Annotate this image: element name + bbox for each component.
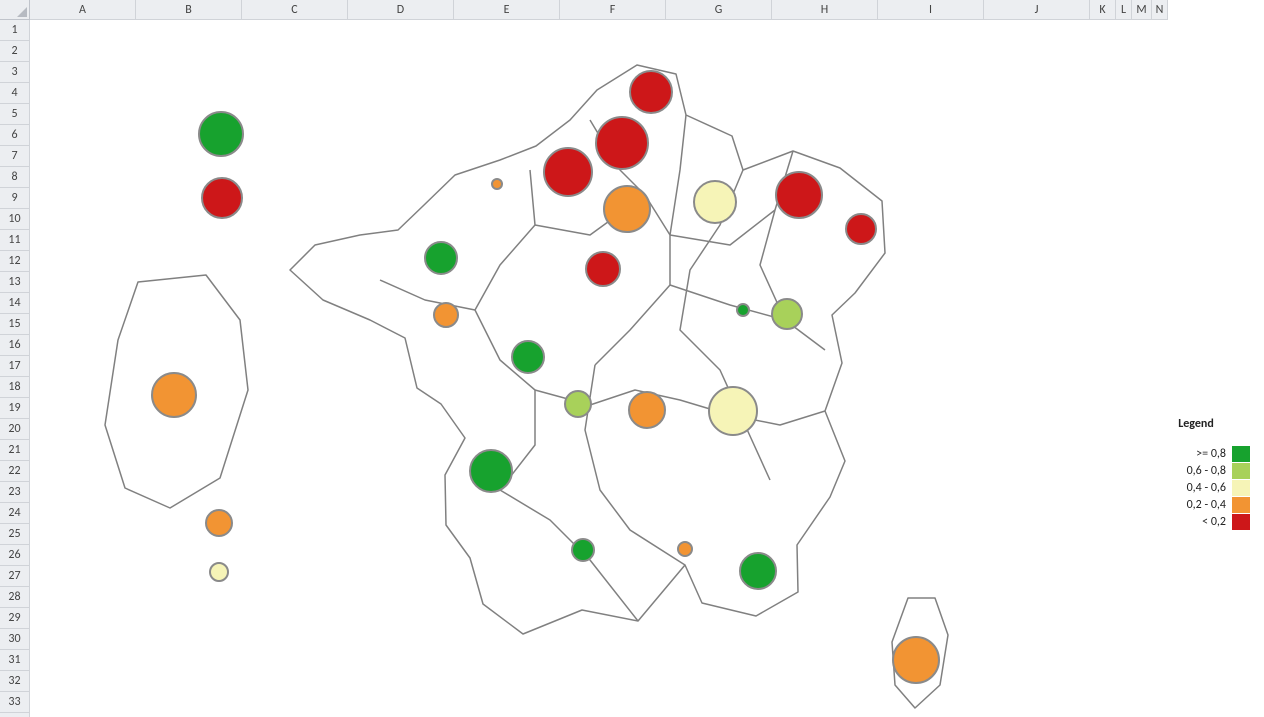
row-header[interactable]: 14 <box>0 293 30 314</box>
legend-entry: < 0,2 <box>1142 513 1250 530</box>
row-header[interactable]: 20 <box>0 419 30 440</box>
legend-label: >= 0,8 <box>1142 447 1232 461</box>
row-header[interactable]: 8 <box>0 167 30 188</box>
map-bubble[interactable] <box>564 390 592 418</box>
map-bubble[interactable] <box>677 541 693 557</box>
legend-swatch <box>1232 463 1250 479</box>
select-all-corner[interactable] <box>0 0 30 20</box>
legend-label: < 0,2 <box>1142 515 1232 529</box>
map-bubble[interactable] <box>739 552 777 590</box>
map-bubble[interactable] <box>201 177 243 219</box>
legend-label: 0,4 - 0,6 <box>1142 481 1232 495</box>
row-header[interactable]: 24 <box>0 503 30 524</box>
map-bubble[interactable] <box>469 449 513 493</box>
map-bubble[interactable] <box>771 298 803 330</box>
row-header[interactable]: 21 <box>0 440 30 461</box>
column-header[interactable]: B <box>136 0 242 20</box>
legend: Legend >= 0,8 0,6 - 0,8 0,4 - 0,6 0,2 - 0,4… <box>1142 417 1250 530</box>
row-header[interactable]: 11 <box>0 230 30 251</box>
row-header[interactable]: 33 <box>0 692 30 713</box>
legend-title: Legend <box>1142 417 1250 431</box>
row-header[interactable]: 7 <box>0 146 30 167</box>
map-bubble[interactable] <box>424 241 458 275</box>
row-header[interactable]: 22 <box>0 461 30 482</box>
column-header[interactable]: A <box>30 0 136 20</box>
map-bubble[interactable] <box>693 180 737 224</box>
row-header[interactable]: 12 <box>0 251 30 272</box>
row-header[interactable]: 27 <box>0 566 30 587</box>
row-header[interactable]: 28 <box>0 587 30 608</box>
row-header[interactable]: 4 <box>0 83 30 104</box>
row-header[interactable]: 31 <box>0 650 30 671</box>
map-bubble[interactable] <box>595 116 649 170</box>
legend-label: 0,2 - 0,4 <box>1142 498 1232 512</box>
map-bubble[interactable] <box>628 391 666 429</box>
map-bubble[interactable] <box>736 303 750 317</box>
map-bubble[interactable] <box>775 171 823 219</box>
legend-swatch <box>1232 480 1250 496</box>
row-header[interactable]: 1 <box>0 20 30 41</box>
row-header[interactable]: 32 <box>0 671 30 692</box>
row-header[interactable]: 6 <box>0 125 30 146</box>
map-bubble[interactable] <box>543 147 593 197</box>
row-header[interactable]: 16 <box>0 335 30 356</box>
row-header[interactable]: 17 <box>0 356 30 377</box>
row-header[interactable]: 5 <box>0 104 30 125</box>
map-bubble[interactable] <box>491 178 503 190</box>
row-header[interactable]: 19 <box>0 398 30 419</box>
map-bubble[interactable] <box>708 386 758 436</box>
map-bubble[interactable] <box>198 111 244 157</box>
map-bubble[interactable] <box>571 538 595 562</box>
row-header[interactable]: 3 <box>0 62 30 83</box>
legend-label: 0,6 - 0,8 <box>1142 464 1232 478</box>
legend-entry: 0,2 - 0,4 <box>1142 496 1250 513</box>
spreadsheet-view: ABCDEFGHIJKLMN 1234567891011121314151617… <box>0 0 1264 717</box>
column-header[interactable]: E <box>454 0 560 20</box>
row-header[interactable]: 18 <box>0 377 30 398</box>
map-chart[interactable]: Legend >= 0,8 0,6 - 0,8 0,4 - 0,6 0,2 - 0,4… <box>30 20 1264 717</box>
legend-swatch <box>1232 497 1250 513</box>
map-bubble[interactable] <box>433 302 459 328</box>
column-header[interactable]: L <box>1116 0 1132 20</box>
column-header[interactable]: H <box>772 0 878 20</box>
map-bubble[interactable] <box>892 636 940 684</box>
row-header[interactable]: 15 <box>0 314 30 335</box>
legend-entry: 0,6 - 0,8 <box>1142 462 1250 479</box>
map-bubble[interactable] <box>151 372 197 418</box>
row-header[interactable]: 29 <box>0 608 30 629</box>
row-header[interactable]: 10 <box>0 209 30 230</box>
map-bubble[interactable] <box>205 509 233 537</box>
legend-swatch <box>1232 446 1250 462</box>
row-header[interactable]: 23 <box>0 482 30 503</box>
legend-entry: 0,4 - 0,6 <box>1142 479 1250 496</box>
map-bubble[interactable] <box>511 340 545 374</box>
column-header[interactable]: I <box>878 0 984 20</box>
column-header[interactable]: D <box>348 0 454 20</box>
map-bubble[interactable] <box>209 562 229 582</box>
row-header[interactable]: 25 <box>0 524 30 545</box>
row-header[interactable]: 34 <box>0 713 30 717</box>
column-header[interactable]: N <box>1152 0 1168 20</box>
legend-swatch <box>1232 514 1250 530</box>
row-header[interactable]: 26 <box>0 545 30 566</box>
map-bubble[interactable] <box>629 70 673 114</box>
column-header[interactable]: K <box>1090 0 1116 20</box>
map-bubble[interactable] <box>845 213 877 245</box>
legend-entry: >= 0,8 <box>1142 445 1250 462</box>
column-header[interactable]: M <box>1132 0 1152 20</box>
row-header[interactable]: 13 <box>0 272 30 293</box>
row-header[interactable]: 9 <box>0 188 30 209</box>
column-header[interactable]: F <box>560 0 666 20</box>
map-bubble[interactable] <box>585 251 621 287</box>
column-header[interactable]: J <box>984 0 1090 20</box>
row-header[interactable]: 30 <box>0 629 30 650</box>
row-header[interactable]: 2 <box>0 41 30 62</box>
column-header[interactable]: G <box>666 0 772 20</box>
column-header[interactable]: C <box>242 0 348 20</box>
map-bubble[interactable] <box>603 185 651 233</box>
